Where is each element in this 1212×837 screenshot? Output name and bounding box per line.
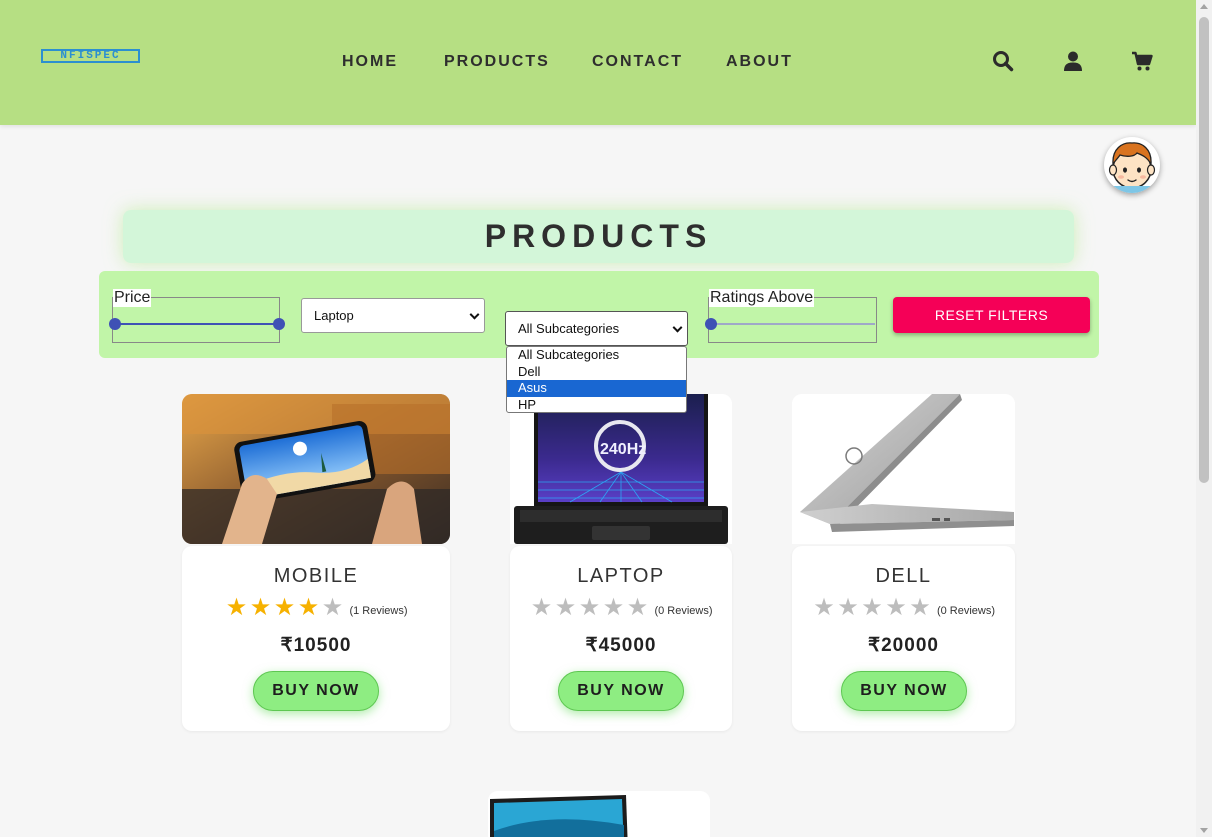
buy-now-button[interactable]: BUY NOW: [253, 671, 379, 711]
reset-filters-button[interactable]: RESET FILTERS: [893, 297, 1090, 333]
review-count: (1 Reviews): [349, 605, 408, 617]
subcategory-dropdown-list: All Subcategories Dell Asus HP: [506, 346, 687, 413]
user-icon[interactable]: [1062, 50, 1084, 72]
star-icon: ★: [861, 594, 883, 621]
nav-home-link[interactable]: HOME: [342, 53, 398, 71]
star-icon: ★: [273, 594, 296, 621]
subcategory-option[interactable]: All Subcategories: [507, 347, 686, 364]
price-slider-track[interactable]: [114, 323, 278, 325]
ratings-label: Ratings Above: [709, 289, 815, 307]
price-label: Price: [113, 289, 152, 307]
product-image-laptop[interactable]: 240Hz: [510, 394, 732, 544]
product-price: ₹45000: [585, 635, 657, 656]
subcategory-option[interactable]: Dell: [507, 364, 686, 381]
star-icon: ★: [909, 594, 931, 621]
star-icon: ★: [578, 594, 601, 621]
logo[interactable]: NFISPEC: [41, 49, 140, 63]
rating-stars: ★ ★ ★ ★ ★ (0 Reviews): [510, 596, 732, 620]
subcategory-select-value: All Subcategories: [518, 321, 620, 336]
buy-now-button[interactable]: BUY NOW: [841, 671, 967, 711]
subcategory-select[interactable]: All Subcategories: [505, 311, 688, 346]
subcategory-option[interactable]: HP: [507, 397, 686, 414]
ratings-slider-track[interactable]: [710, 323, 875, 325]
ratings-filter: Ratings Above: [705, 289, 877, 343]
star-icon: ★: [530, 594, 553, 621]
search-icon[interactable]: [992, 50, 1014, 72]
cart-icon[interactable]: [1131, 50, 1153, 72]
product-card-partial[interactable]: [488, 791, 710, 837]
review-count: (0 Reviews): [654, 605, 713, 617]
product-card-laptop[interactable]: LAPTOP ★ ★ ★ ★ ★ (0 Reviews) ₹45000 BUY …: [510, 546, 732, 731]
product-name: LAPTOP: [577, 565, 665, 587]
buy-now-button[interactable]: BUY NOW: [558, 671, 684, 711]
product-name: MOBILE: [273, 565, 359, 587]
ratings-slider-thumb[interactable]: [705, 318, 717, 330]
product-image-dell[interactable]: [792, 394, 1015, 544]
category-select[interactable]: Laptop: [301, 298, 485, 333]
star-icon: ★: [554, 594, 577, 621]
product-price: ₹20000: [868, 635, 939, 656]
product-card-dell[interactable]: DELL ★ ★ ★ ★ ★ (0 Reviews) ₹20000 BUY NO…: [792, 546, 1015, 731]
product-image-mobile[interactable]: [182, 394, 450, 544]
star-icon: ★: [885, 594, 907, 621]
scroll-down-arrow-icon[interactable]: [1200, 828, 1208, 833]
price-filter: Price: [109, 289, 285, 343]
scrollbar-thumb[interactable]: [1199, 17, 1209, 483]
star-icon: ★: [321, 594, 344, 621]
subcategory-option[interactable]: Asus: [507, 380, 686, 397]
star-icon: ★: [626, 594, 649, 621]
product-card-mobile[interactable]: MOBILE ★ ★ ★ ★ ★ (1 Reviews) ₹10500 BUY …: [182, 546, 450, 731]
star-icon: ★: [813, 594, 835, 621]
star-icon: ★: [297, 594, 320, 621]
nav-contact-link[interactable]: CONTACT: [592, 53, 683, 71]
nav-products-link[interactable]: PRODUCTS: [444, 53, 550, 71]
chevron-down-icon: [672, 322, 683, 333]
nav-about-link[interactable]: ABOUT: [726, 53, 793, 71]
scroll-up-arrow-icon[interactable]: [1200, 4, 1208, 9]
star-icon: ★: [837, 594, 859, 621]
star-icon: ★: [249, 594, 272, 621]
category-select-value: Laptop: [314, 308, 354, 323]
price-slider-min-thumb[interactable]: [109, 318, 121, 330]
product-price: ₹10500: [280, 635, 352, 656]
chevron-down-icon: [469, 309, 480, 320]
review-count: (0 Reviews): [936, 605, 996, 617]
page-scrollbar[interactable]: [1196, 0, 1212, 837]
page-title: PRODUCTS: [484, 218, 713, 254]
navbar: NFISPEC HOME PRODUCTS CONTACT ABOUT: [0, 0, 1196, 125]
svg-text:240Hz: 240Hz: [600, 441, 646, 458]
rating-stars: ★ ★ ★ ★ ★ (1 Reviews): [182, 596, 450, 620]
price-slider-max-thumb[interactable]: [273, 318, 285, 330]
product-name: DELL: [875, 565, 932, 587]
page-title-box: PRODUCTS: [123, 210, 1074, 263]
rating-stars: ★ ★ ★ ★ ★ (0 Reviews): [792, 596, 1015, 620]
chatbot-avatar[interactable]: [1104, 137, 1160, 193]
star-icon: ★: [225, 594, 248, 621]
star-icon: ★: [602, 594, 625, 621]
